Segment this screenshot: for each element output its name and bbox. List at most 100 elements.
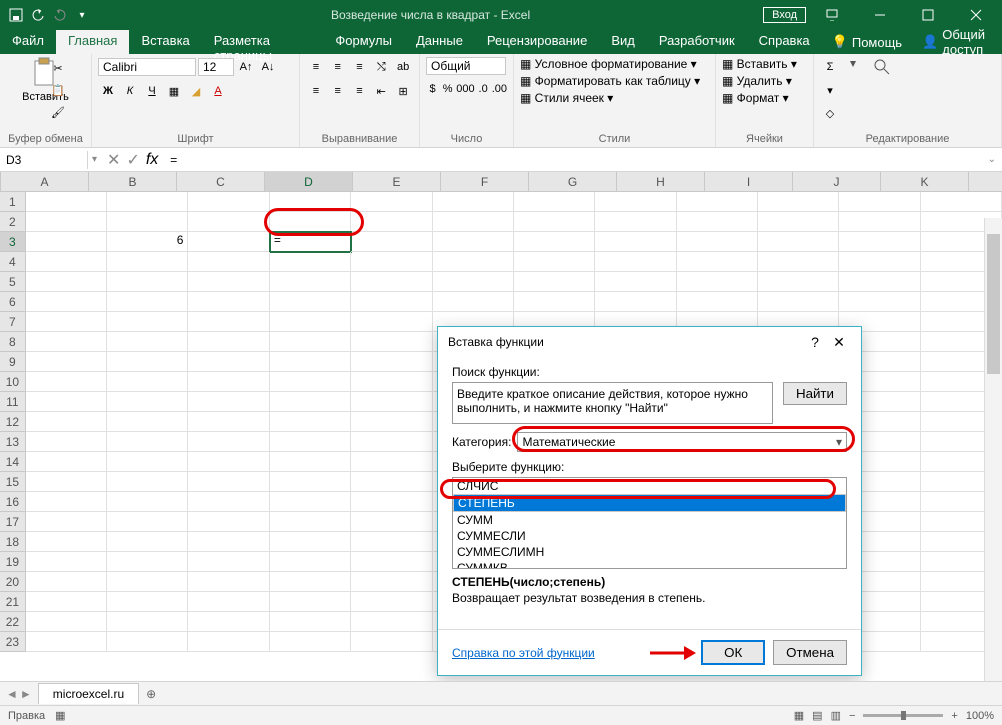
- cell-E7[interactable]: [351, 312, 432, 332]
- cell-B1[interactable]: [107, 192, 188, 212]
- zoom-slider[interactable]: [863, 714, 943, 717]
- cell-B19[interactable]: [107, 552, 188, 572]
- cell-E9[interactable]: [351, 352, 432, 372]
- enter-formula-icon[interactable]: ✓: [126, 150, 139, 170]
- dialog-help-icon[interactable]: ?: [803, 334, 827, 350]
- cell-A16[interactable]: [26, 492, 107, 512]
- number-format-select[interactable]: Общий: [426, 57, 506, 75]
- tab-file[interactable]: Файл: [0, 30, 56, 54]
- cell-A13[interactable]: [26, 432, 107, 452]
- cell-C14[interactable]: [188, 452, 269, 472]
- cell-A4[interactable]: [26, 252, 107, 272]
- undo-icon[interactable]: [30, 7, 46, 23]
- col-header-G[interactable]: G: [529, 172, 617, 191]
- format-table-button[interactable]: ▦ Форматировать как таблицу ▾: [520, 74, 709, 88]
- cell-B22[interactable]: [107, 612, 188, 632]
- row-header-8[interactable]: 8: [0, 332, 26, 352]
- cell-A7[interactable]: [26, 312, 107, 332]
- cell-B10[interactable]: [107, 372, 188, 392]
- cell-C21[interactable]: [188, 592, 269, 612]
- cell-A19[interactable]: [26, 552, 107, 572]
- align-right-icon[interactable]: ≡: [350, 81, 370, 101]
- row-header-3[interactable]: 3: [0, 232, 26, 252]
- cell-E5[interactable]: [351, 272, 432, 292]
- cell-K6[interactable]: [839, 292, 920, 312]
- cell-A18[interactable]: [26, 532, 107, 552]
- cell-J1[interactable]: [758, 192, 839, 212]
- save-icon[interactable]: [8, 7, 24, 23]
- cell-C12[interactable]: [188, 412, 269, 432]
- cell-B6[interactable]: [107, 292, 188, 312]
- align-left-icon[interactable]: ≡: [306, 81, 326, 101]
- cell-A6[interactable]: [26, 292, 107, 312]
- cell-A9[interactable]: [26, 352, 107, 372]
- cell-E13[interactable]: [351, 432, 432, 452]
- cell-C18[interactable]: [188, 532, 269, 552]
- cell-D15[interactable]: [270, 472, 351, 492]
- maximize-icon[interactable]: [906, 0, 950, 30]
- share-button[interactable]: 👤Общий доступ: [912, 30, 1002, 54]
- cell-B15[interactable]: [107, 472, 188, 492]
- cell-H2[interactable]: [595, 212, 676, 232]
- function-item[interactable]: СУММЕСЛИМН: [453, 544, 846, 560]
- align-top-icon[interactable]: ≡: [306, 57, 326, 77]
- cond-format-button[interactable]: ▦ Условное форматирование ▾: [520, 57, 709, 71]
- ribbon-options-icon[interactable]: [810, 0, 854, 30]
- row-header-7[interactable]: 7: [0, 312, 26, 332]
- cell-H6[interactable]: [595, 292, 676, 312]
- cell-H5[interactable]: [595, 272, 676, 292]
- cell-C6[interactable]: [188, 292, 269, 312]
- cell-H4[interactable]: [595, 252, 676, 272]
- cell-styles-button[interactable]: ▦ Стили ячеек ▾: [520, 91, 709, 105]
- cell-D16[interactable]: [270, 492, 351, 512]
- cell-C3[interactable]: [188, 232, 269, 252]
- autosum-icon[interactable]: Σ: [820, 57, 840, 77]
- cell-J6[interactable]: [758, 292, 839, 312]
- wrap-icon[interactable]: ab: [393, 57, 413, 77]
- zoom-in-icon[interactable]: +: [951, 710, 957, 722]
- bold-button[interactable]: Ж: [98, 81, 118, 101]
- col-header-H[interactable]: H: [617, 172, 705, 191]
- cell-C2[interactable]: [188, 212, 269, 232]
- cell-A23[interactable]: [26, 632, 107, 652]
- cell-D4[interactable]: [270, 252, 351, 272]
- cell-D19[interactable]: [270, 552, 351, 572]
- font-size-select[interactable]: 12: [198, 58, 234, 76]
- cell-A15[interactable]: [26, 472, 107, 492]
- cell-A20[interactable]: [26, 572, 107, 592]
- italic-button[interactable]: К: [120, 81, 140, 101]
- minimize-icon[interactable]: [858, 0, 902, 30]
- row-header-4[interactable]: 4: [0, 252, 26, 272]
- row-header-22[interactable]: 22: [0, 612, 26, 632]
- dec-decimal-icon[interactable]: .00: [492, 79, 507, 99]
- cell-A8[interactable]: [26, 332, 107, 352]
- format-painter-icon[interactable]: 🖌: [48, 102, 68, 122]
- cell-C20[interactable]: [188, 572, 269, 592]
- tell-me[interactable]: 💡Помощь: [822, 30, 912, 54]
- cell-I1[interactable]: [677, 192, 758, 212]
- cell-C5[interactable]: [188, 272, 269, 292]
- formula-expand-icon[interactable]: ⌄: [982, 154, 1002, 165]
- function-item[interactable]: СУММКВ: [453, 560, 846, 569]
- col-header-D[interactable]: D: [265, 172, 353, 191]
- cell-B18[interactable]: [107, 532, 188, 552]
- align-bot-icon[interactable]: ≡: [350, 57, 370, 77]
- view-normal-icon[interactable]: ▦: [794, 709, 804, 722]
- vertical-scrollbar[interactable]: [984, 218, 1002, 681]
- search-function-input[interactable]: Введите краткое описание действия, котор…: [452, 382, 773, 424]
- cell-A2[interactable]: [26, 212, 107, 232]
- cell-E19[interactable]: [351, 552, 432, 572]
- row-header-11[interactable]: 11: [0, 392, 26, 412]
- comma-icon[interactable]: 000: [456, 79, 474, 99]
- cell-C11[interactable]: [188, 392, 269, 412]
- zoom-out-icon[interactable]: −: [849, 710, 855, 722]
- cell-B14[interactable]: [107, 452, 188, 472]
- cell-C23[interactable]: [188, 632, 269, 652]
- cell-G2[interactable]: [514, 212, 595, 232]
- cell-D11[interactable]: [270, 392, 351, 412]
- tab-insert[interactable]: Вставка: [129, 30, 201, 54]
- row-header-16[interactable]: 16: [0, 492, 26, 512]
- function-item[interactable]: СЛЧИС: [453, 478, 846, 494]
- cell-E21[interactable]: [351, 592, 432, 612]
- cell-D23[interactable]: [270, 632, 351, 652]
